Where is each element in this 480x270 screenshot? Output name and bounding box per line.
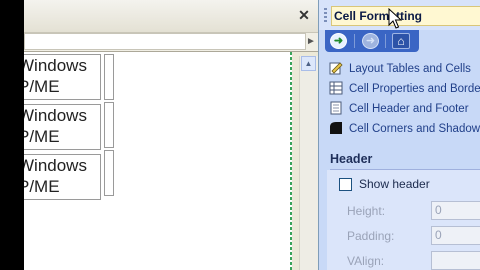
link-label: Cell Corners and Shadows	[349, 123, 480, 135]
padding-label: Padding:	[347, 229, 395, 243]
link-layout-tables[interactable]: Layout Tables and Cells	[329, 60, 480, 78]
close-icon[interactable]: ✕	[296, 5, 312, 25]
document-titlebar: ✕	[24, 0, 318, 33]
layout-table-icon	[329, 61, 343, 75]
padding-field[interactable]: 0	[431, 226, 480, 245]
show-header-checkbox[interactable]	[339, 178, 352, 191]
link-label: Layout Tables and Cells	[349, 63, 471, 75]
toolbar-row: ►	[24, 33, 318, 52]
toolbar-field[interactable]	[24, 33, 306, 50]
task-pane: Cell Formatting ➜ ➜ ⌂ Layout Tables and …	[318, 0, 480, 270]
cell-text-line2: P/ME	[24, 127, 60, 146]
link-label: Cell Properties and Borders	[349, 83, 480, 95]
cell-text-line1: Windows	[24, 56, 87, 75]
height-label: Height:	[347, 204, 386, 218]
back-arrow-icon[interactable]: ➜	[330, 33, 347, 49]
section-header: Header	[330, 152, 373, 166]
mouse-cursor-icon	[388, 8, 402, 29]
cell-text-line2: P/ME	[24, 177, 60, 196]
height-field[interactable]: 0	[431, 201, 480, 220]
link-cell-corners[interactable]: Cell Corners and Shadows	[329, 120, 480, 138]
link-cell-properties[interactable]: Cell Properties and Borders	[329, 80, 480, 98]
cell-text-line2: P/ME	[24, 77, 60, 96]
drag-grip-icon[interactable]	[324, 8, 327, 22]
home-icon[interactable]: ⌂	[392, 33, 410, 49]
layout-table: Windows P/ME Windows P/ME Windows P/ME	[24, 54, 116, 204]
cell-header-icon	[329, 101, 343, 115]
table-cell[interactable]: Windows P/ME	[24, 54, 101, 100]
chevron-right-icon[interactable]: ►	[306, 35, 316, 49]
table-cell-side[interactable]	[104, 54, 114, 100]
document-window: ✕ ► Windows P/ME Windows P/ME Windows P/…	[0, 0, 318, 270]
task-pane-body: Layout Tables and Cells Cell Properties …	[320, 54, 480, 270]
table-cell-side[interactable]	[104, 150, 114, 196]
scroll-up-icon[interactable]: ▲	[301, 56, 316, 71]
cell-text-line1: Windows	[24, 106, 87, 125]
valign-select[interactable]	[431, 251, 480, 270]
forward-arrow-icon[interactable]: ➜	[362, 33, 379, 49]
show-header-label: Show header	[359, 177, 430, 191]
table-cell-side[interactable]	[104, 102, 114, 148]
cell-corners-icon	[329, 121, 343, 135]
valign-label: VAlign:	[347, 254, 385, 268]
task-pane-title[interactable]: Cell Formatting	[331, 6, 480, 26]
cell-text-line1: Windows	[24, 156, 87, 175]
cell-properties-icon	[329, 81, 343, 95]
vertical-scrollbar[interactable]: ▲	[299, 56, 318, 270]
link-cell-header[interactable]: Cell Header and Footer	[329, 100, 480, 118]
table-cell[interactable]: Windows P/ME	[24, 104, 101, 150]
left-edge-strip	[0, 0, 24, 270]
table-cell[interactable]: Windows P/ME	[24, 154, 101, 200]
layout-guide-line	[290, 52, 292, 270]
task-pane-nav: ➜ ➜ ⌂	[325, 30, 419, 52]
link-label: Cell Header and Footer	[349, 103, 469, 115]
design-view[interactable]: Windows P/ME Windows P/ME Windows P/ME	[24, 52, 292, 270]
header-settings-form: Show header Height: 0 Padding: 0 VAlign:	[327, 170, 480, 270]
nav-separator	[385, 34, 386, 48]
nav-separator	[354, 34, 355, 48]
